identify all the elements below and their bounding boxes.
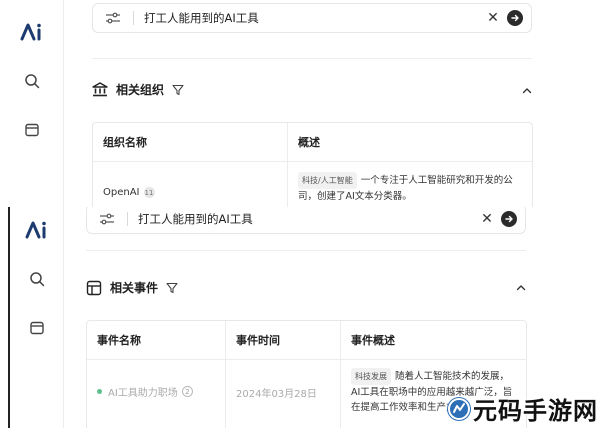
column-header: 事件时间 (225, 321, 340, 359)
search-input[interactable]: 打工人能用到的AI工具 (144, 10, 485, 26)
window-icon[interactable] (28, 319, 46, 337)
app-logo-icon[interactable] (20, 22, 44, 42)
section-header-organizations: 相关组织 (92, 81, 184, 98)
org-description: 科技/人工智能 一个专注于人工智能研究和开发的公 司，创建了AI文本分类器。 (298, 172, 513, 204)
calendar-grid-icon (86, 280, 102, 296)
search-separator (133, 11, 134, 25)
organizations-table: 组织名称 概述 OpenAI 11 科技/人工智能 一个专注于人工智能研究和开发的… (92, 122, 533, 212)
table-header-row: 组织名称 概述 (93, 123, 532, 161)
filter-sliders-icon[interactable] (105, 11, 123, 25)
submit-arrow-icon[interactable] (501, 211, 517, 227)
search-icon[interactable] (23, 72, 41, 90)
search-bar[interactable]: 打工人能用到的AI工具 ✕ (86, 207, 526, 234)
chevron-up-icon[interactable] (516, 283, 526, 291)
submit-arrow-icon[interactable] (507, 10, 523, 26)
column-header: 事件概述 (340, 321, 526, 359)
clear-icon[interactable]: ✕ (485, 11, 501, 25)
table-header-row: 事件名称 事件时间 事件概述 (87, 321, 526, 359)
search-separator (127, 212, 128, 226)
search-bar[interactable]: 打工人能用到的AI工具 ✕ (92, 3, 532, 33)
chevron-up-icon[interactable] (522, 86, 532, 94)
watermark-logo-icon (448, 397, 470, 420)
org-name[interactable]: OpenAI 11 (103, 187, 155, 198)
filter-funnel-icon[interactable] (172, 84, 184, 96)
watermark-text: 元码手游网 (473, 397, 598, 425)
divider (92, 58, 532, 59)
divider (86, 250, 526, 251)
clear-icon[interactable]: ✕ (479, 212, 495, 226)
column-header: 概述 (287, 123, 532, 161)
event-time: 2024年03月28日 (236, 389, 317, 400)
app-logo-icon[interactable] (25, 220, 49, 240)
table-row[interactable]: OpenAI 11 科技/人工智能 一个专注于人工智能研究和开发的公 司，创建了A… (93, 161, 532, 212)
count-badge: 2 (181, 386, 193, 397)
category-tag: 科技发展 (351, 368, 391, 385)
event-name[interactable]: AI工具助力职场 2 (97, 384, 193, 399)
section-header-events: 相关事件 (86, 279, 178, 296)
filter-funnel-icon[interactable] (166, 282, 178, 294)
category-tag: 科技/人工智能 (298, 172, 357, 189)
search-input[interactable]: 打工人能用到的AI工具 (138, 211, 479, 227)
filter-sliders-icon[interactable] (99, 212, 117, 226)
column-header: 事件名称 (97, 334, 141, 347)
status-dot (97, 389, 102, 394)
screenshot-top: 打工人能用到的AI工具 ✕ 相关组织 组织名称 概述 OpenAI 11 科技/… (0, 0, 600, 212)
count-badge: 11 (143, 187, 155, 198)
column-header: 组织名称 (103, 136, 147, 149)
watermark: 元码手游网 (448, 391, 598, 426)
side-rail (8, 207, 64, 428)
side-rail (0, 0, 64, 212)
section-title: 相关组织 (116, 83, 165, 97)
window-icon[interactable] (23, 121, 41, 139)
section-title: 相关事件 (110, 281, 159, 295)
bank-building-icon (92, 82, 108, 98)
search-icon[interactable] (28, 270, 46, 288)
